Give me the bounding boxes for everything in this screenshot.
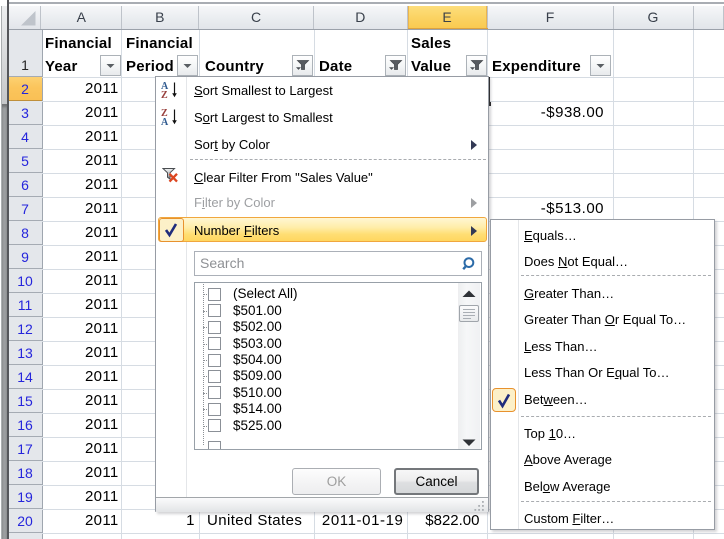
svg-text:Z: Z [161, 90, 168, 100]
svg-text:A: A [161, 117, 169, 127]
